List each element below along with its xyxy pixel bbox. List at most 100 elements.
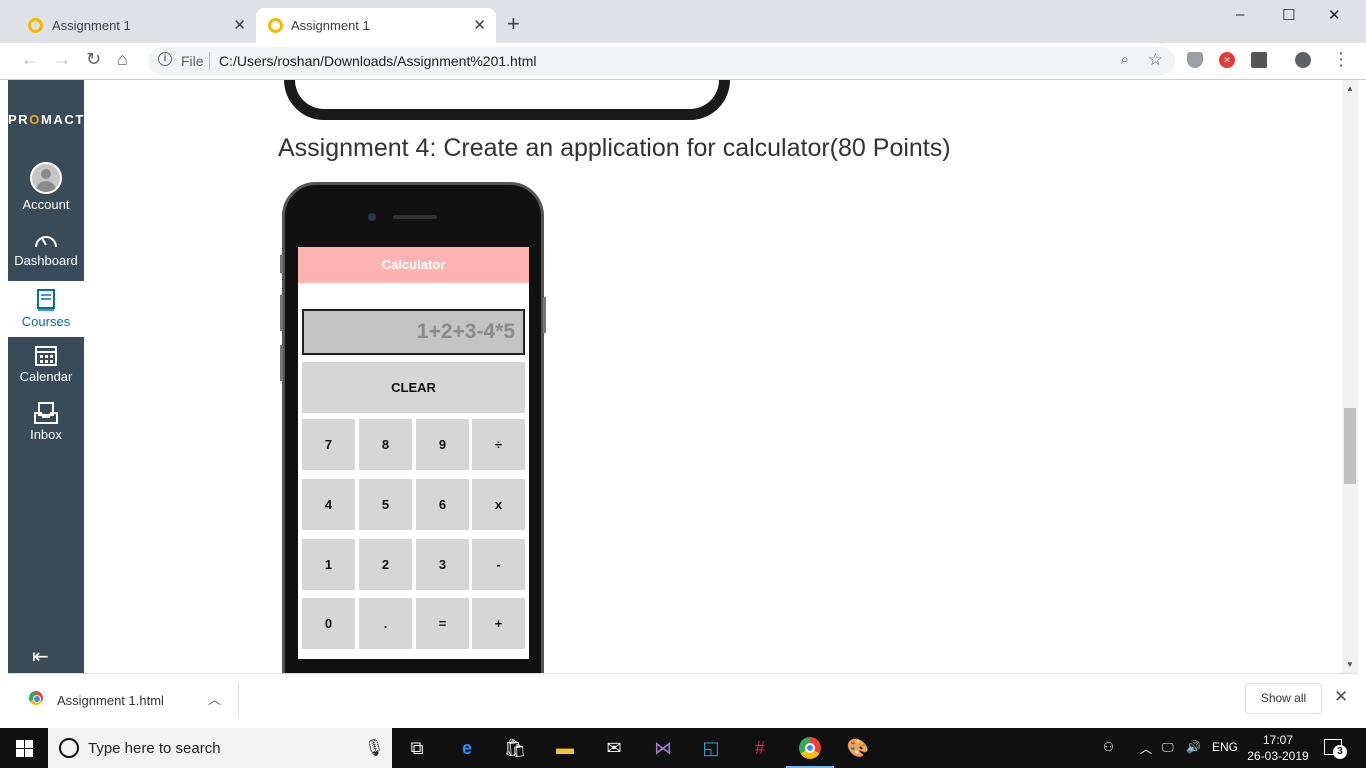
edge-icon[interactable]: e [455, 736, 479, 760]
taskbar-search-box[interactable]: Type here to search 🎙 [48, 728, 392, 768]
promact-logo[interactable]: PROMACT [8, 112, 84, 127]
sidebar-item-label: Courses [21, 314, 71, 329]
scrollbar-thumb[interactable] [1344, 408, 1356, 484]
chrome-file-icon [29, 691, 43, 705]
phone-side-button [280, 255, 283, 273]
book-icon [37, 289, 55, 311]
back-arrow-icon[interactable]: ← [21, 49, 39, 70]
loading-favicon-icon [268, 18, 283, 33]
key-equals: = [416, 598, 469, 649]
global-nav-sidebar: PROMACT Account Dashboard Courses Calend… [8, 80, 84, 673]
browser-tab-active[interactable]: Assignment 1 ✕ [256, 8, 496, 43]
chrome-taskbar-icon[interactable] [786, 736, 834, 768]
clock-time: 17:07 [1262, 733, 1294, 747]
url-text[interactable]: C:/Users/roshan/Downloads/Assignment%201… [219, 53, 536, 69]
key-add: + [472, 598, 525, 649]
key-3: 3 [416, 539, 469, 590]
windows-start-icon[interactable] [16, 740, 33, 757]
phone-side-button [543, 297, 546, 333]
blocker-extension-icon[interactable]: ✕ [1219, 52, 1235, 68]
collapse-left-icon[interactable]: ⇤ [32, 644, 49, 669]
volume-icon[interactable]: 🔊 [1186, 740, 1201, 754]
visual-studio-icon[interactable]: ⋈ [651, 736, 675, 760]
download-shelf: Assignment 1.html ︿ Show all ✕ [8, 673, 1358, 723]
more-menu-icon[interactable]: ⋮ [1332, 49, 1350, 70]
key-5: 5 [359, 479, 412, 530]
key-4: 4 [302, 479, 355, 530]
minimize-icon[interactable]: – [1236, 6, 1244, 23]
taskbar-clock[interactable]: 17:07 26-03-2019 [1246, 732, 1310, 764]
key-divide: ÷ [472, 419, 525, 470]
action-center-icon[interactable]: 3 [1324, 739, 1347, 759]
profile-icon[interactable] [1295, 52, 1311, 68]
speedometer-icon [35, 236, 57, 248]
phone-speaker [393, 215, 437, 219]
zoom-icon[interactable]: ⌕ [1121, 51, 1129, 68]
download-file-name[interactable]: Assignment 1.html [57, 693, 164, 708]
bookmark-star-icon[interactable]: ☆ [1148, 50, 1163, 70]
phone-mockup-image: Calculator 1+2+3-4*5 CLEAR 7 8 9 ÷ 4 5 6… [280, 182, 546, 673]
loading-favicon-icon [28, 18, 43, 33]
phone-side-button [280, 295, 283, 331]
key-1: 1 [302, 539, 355, 590]
sidebar-item-label: Inbox [30, 427, 62, 442]
sidebar-item-label: Calendar [19, 369, 73, 384]
phone-camera [368, 213, 376, 221]
cortana-icon [59, 738, 79, 758]
language-indicator[interactable]: ENG [1212, 740, 1238, 754]
sidebar-item-account[interactable]: Account [8, 162, 84, 218]
slack-icon[interactable]: # [748, 736, 772, 760]
plus-icon[interactable]: + [507, 12, 520, 36]
tab-close-icon[interactable]: ✕ [233, 16, 246, 34]
network-icon[interactable]: 🖵 [1162, 740, 1174, 755]
remote-app-icon[interactable]: ◱ [699, 736, 723, 760]
show-all-button[interactable]: Show all [1245, 683, 1322, 714]
forward-arrow-icon[interactable]: → [53, 49, 71, 70]
sidebar-item-courses[interactable]: Courses [8, 281, 84, 337]
key-8: 8 [359, 419, 412, 470]
mail-icon[interactable]: ✉ [602, 736, 626, 760]
people-icon[interactable]: ⚇ [1103, 740, 1114, 754]
sidebar-item-label: Account [22, 197, 70, 212]
site-info-icon[interactable]: i [158, 52, 172, 66]
address-bar[interactable]: i File C:/Users/roshan/Downloads/Assignm… [148, 47, 1175, 75]
browser-tab-strip: Assignment 1 ✕ Assignment 1 ✕ + – ☐ ✕ [0, 0, 1366, 43]
scheme-label: File [181, 53, 204, 69]
scroll-down-arrow-icon[interactable]: ▼ [1346, 660, 1354, 669]
shelf-divider [238, 682, 239, 716]
paint-icon[interactable]: 🎨 [846, 736, 870, 760]
task-view-icon[interactable]: ⧉ [405, 736, 429, 760]
file-explorer-icon[interactable]: ▬ [553, 736, 577, 760]
key-multiply: x [472, 479, 525, 530]
home-icon[interactable]: ⌂ [117, 49, 128, 70]
shield-extension-icon[interactable] [1187, 52, 1203, 68]
key-decimal: . [359, 598, 412, 649]
maximize-icon[interactable]: ☐ [1282, 6, 1295, 24]
close-shelf-icon[interactable]: ✕ [1334, 687, 1348, 707]
windows-taskbar: Type here to search 🎙 ⧉ e 🛍 ▬ ✉ ⋈ ◱ # 🎨 … [0, 728, 1366, 768]
calculator-display: 1+2+3-4*5 [302, 309, 525, 355]
reload-icon[interactable]: ↻ [86, 49, 101, 70]
assignment-heading: Assignment 4: Create an application for … [278, 134, 951, 162]
page-scrollbar[interactable]: ▲ ▼ [1342, 80, 1358, 673]
avatar-icon [30, 162, 62, 194]
browser-tab[interactable]: Assignment 1 ✕ [8, 8, 256, 43]
sidebar-item-dashboard[interactable]: Dashboard [8, 230, 84, 286]
tab-title: Assignment 1 [291, 18, 370, 33]
chevron-up-icon[interactable]: ︿ [208, 689, 221, 708]
sidebar-item-calendar[interactable]: Calendar [8, 344, 84, 400]
chevron-up-icon[interactable]: ︿ [1140, 740, 1152, 757]
tab-close-icon[interactable]: ✕ [473, 16, 486, 34]
microphone-icon[interactable]: 🎙 [364, 738, 384, 758]
close-window-icon[interactable]: ✕ [1328, 6, 1341, 24]
menu-extension-icon[interactable] [1251, 52, 1267, 68]
search-placeholder: Type here to search [88, 740, 221, 757]
scroll-up-arrow-icon[interactable]: ▲ [1346, 84, 1354, 93]
notification-count-badge: 3 [1333, 745, 1347, 759]
browser-toolbar: ← → ↻ ⌂ i File C:/Users/roshan/Downloads… [0, 43, 1366, 80]
clear-button: CLEAR [302, 362, 525, 413]
key-7: 7 [302, 419, 355, 470]
store-icon[interactable]: 🛍 [503, 736, 527, 760]
sidebar-item-inbox[interactable]: Inbox [8, 402, 84, 458]
key-6: 6 [416, 479, 469, 530]
